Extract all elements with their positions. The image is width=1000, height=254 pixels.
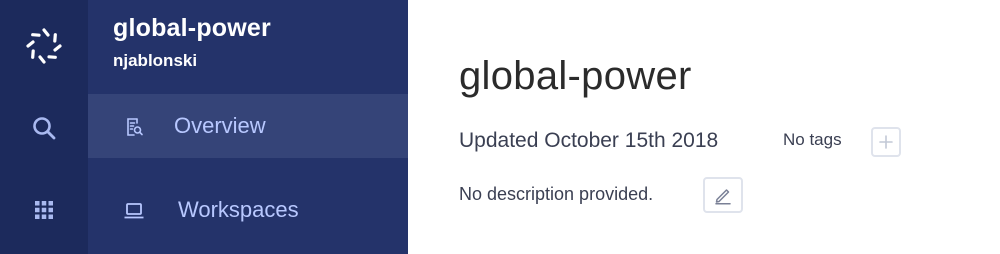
page-title: global-power (459, 54, 692, 98)
overview-main: global-power Updated October 15th 2018 N… (408, 0, 1000, 254)
sidebar-project-name[interactable]: global-power (113, 14, 271, 43)
search-icon (33, 117, 56, 140)
overview-icon (127, 118, 143, 136)
search-button[interactable] (0, 104, 88, 152)
sidebar-item-label: Overview (174, 113, 266, 138)
sidebar-item-overview[interactable]: Overview (88, 94, 408, 158)
logo-icon (26, 28, 62, 64)
laptop-icon (124, 203, 144, 219)
pencil-icon (715, 189, 731, 205)
logo-button[interactable] (0, 18, 88, 74)
updated-date: Updated October 15th 2018 (459, 129, 719, 152)
apps-button[interactable] (0, 186, 88, 234)
plus-icon (879, 135, 893, 149)
edit-description-button[interactable] (703, 177, 743, 213)
sidebar-item-label: Workspaces (178, 197, 299, 222)
sidebar-item-workspaces[interactable]: Workspaces (88, 178, 408, 242)
add-tag-button[interactable] (871, 127, 901, 157)
tags-label: No tags (783, 130, 842, 149)
apps-grid-icon (35, 201, 53, 219)
sidebar-project-owner[interactable]: njablonski (113, 51, 197, 71)
project-description: No description provided. (459, 184, 654, 204)
project-sidebar: global-power njablonski Overview Workspa… (88, 0, 408, 254)
icon-rail (0, 0, 88, 254)
